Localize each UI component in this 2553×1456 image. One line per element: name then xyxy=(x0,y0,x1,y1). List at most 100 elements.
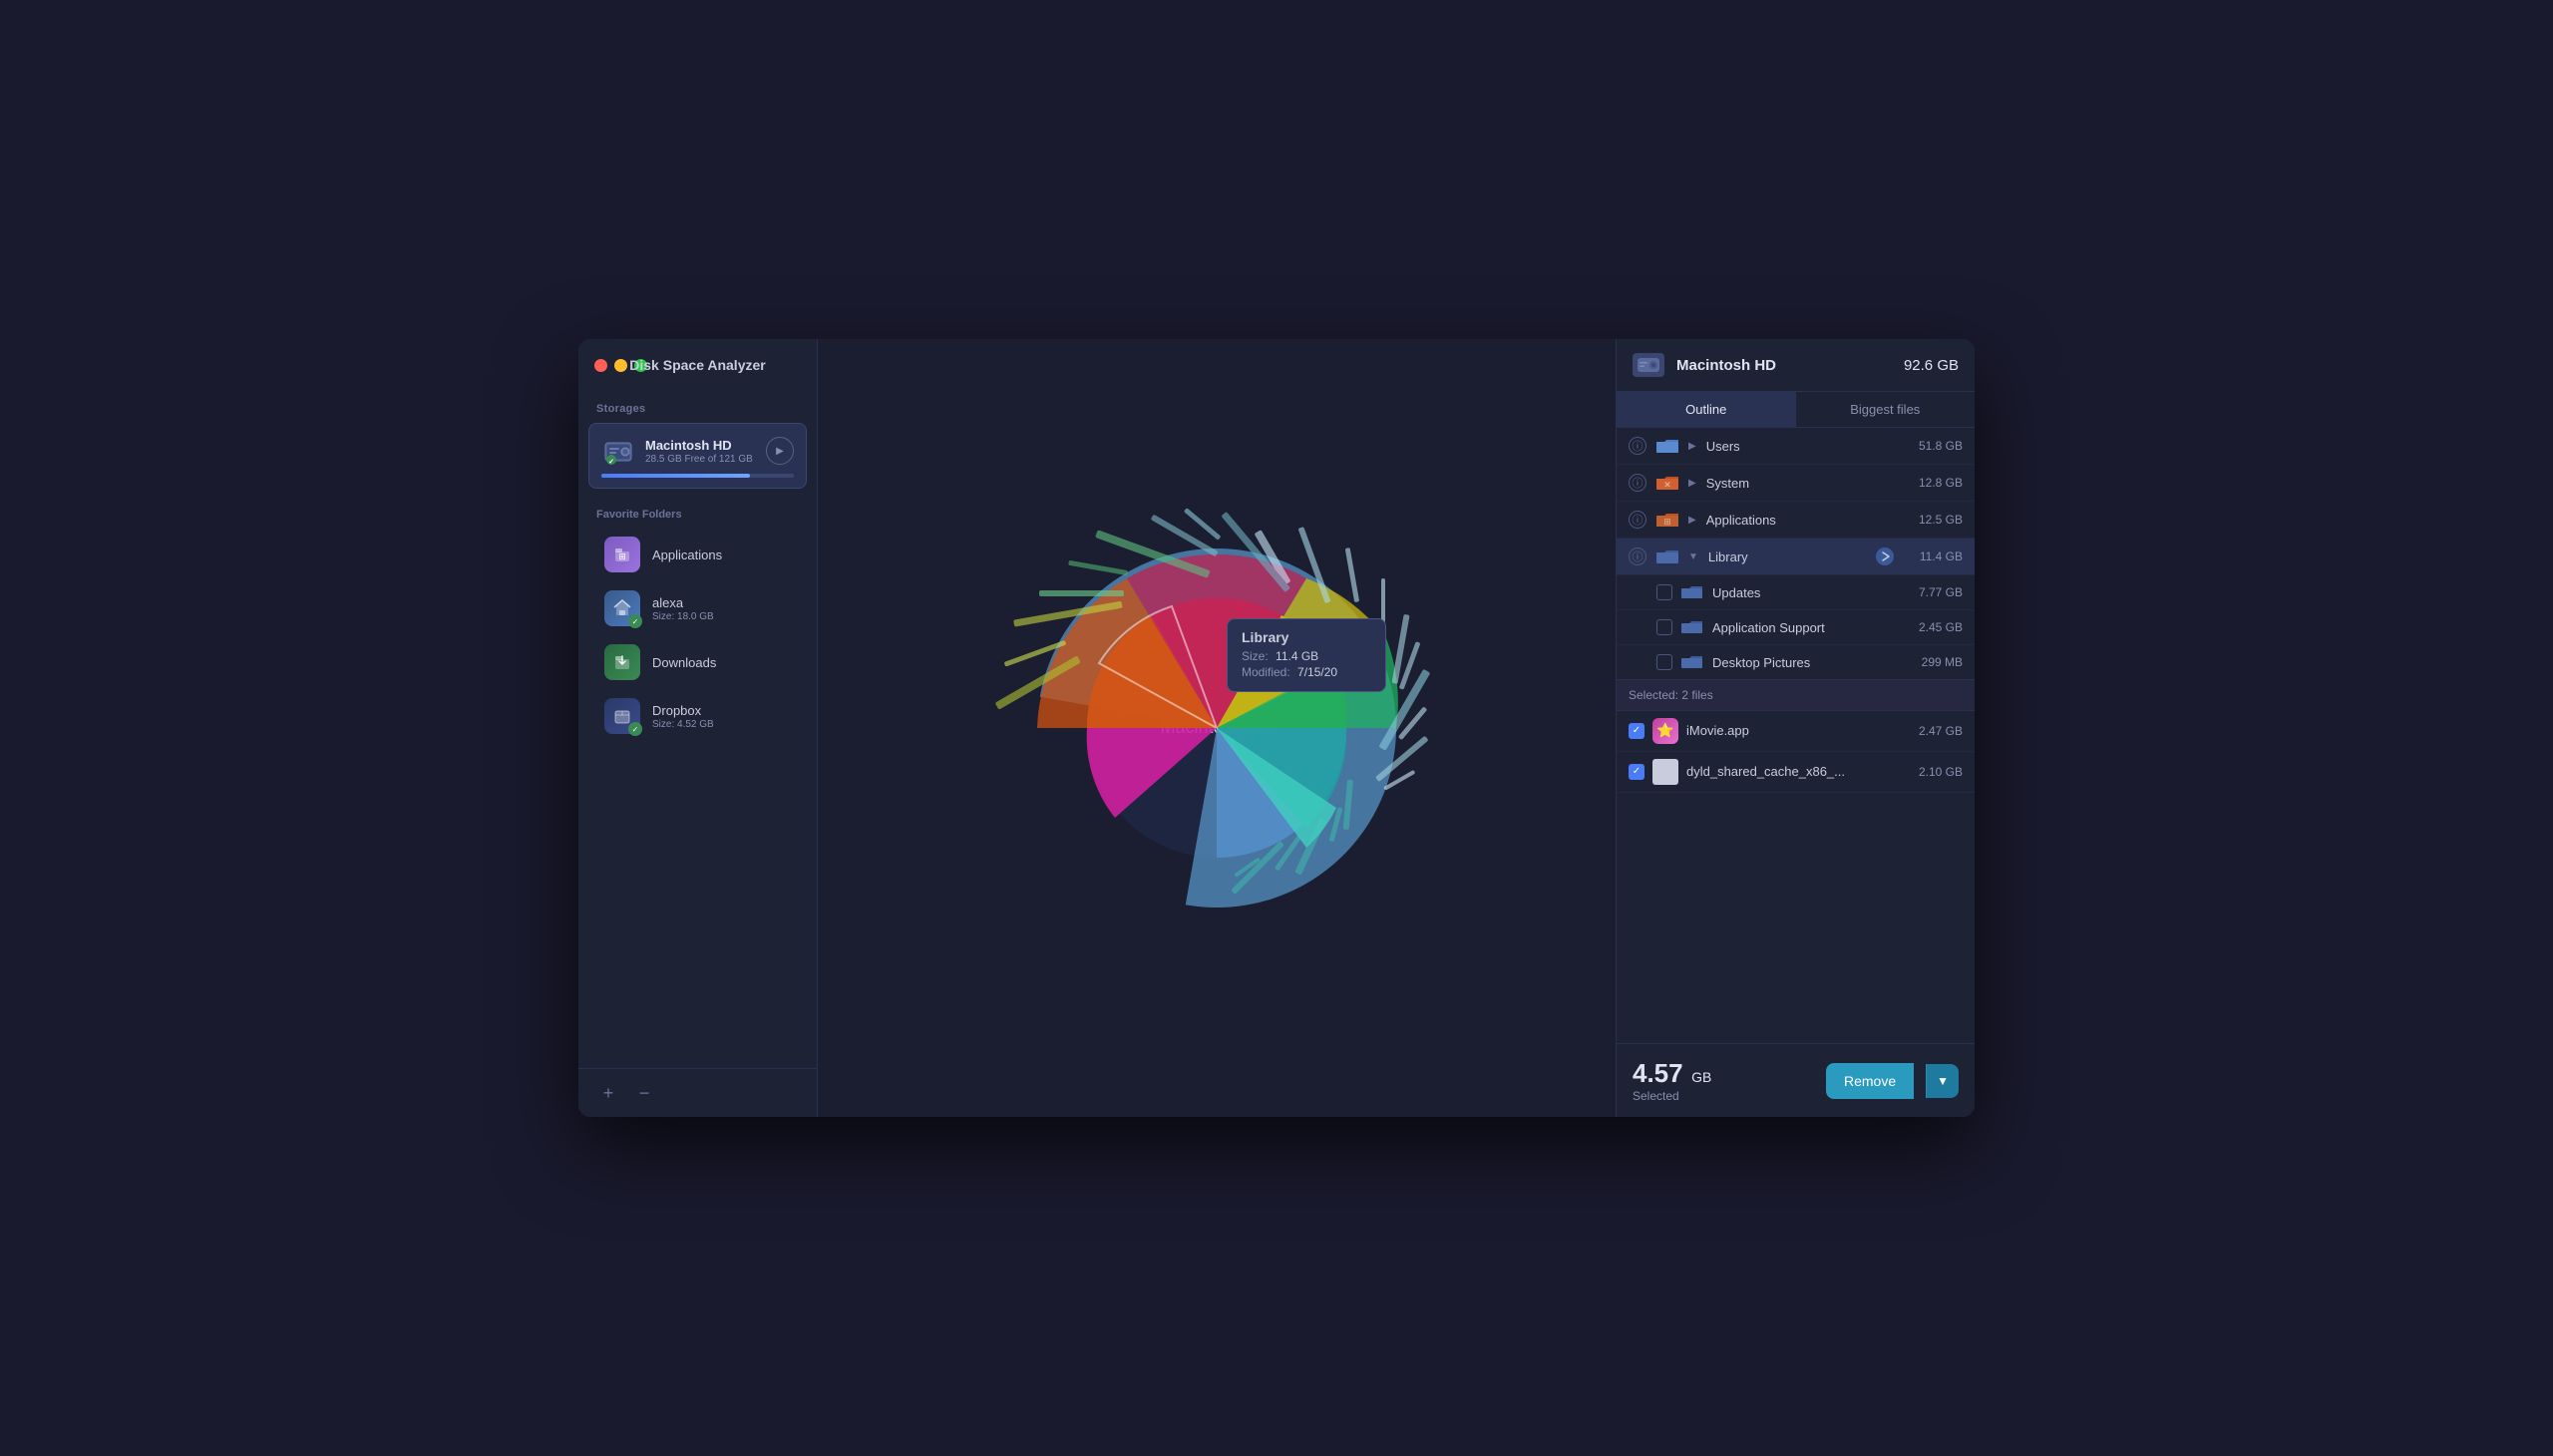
scan-button[interactable]: ▶ xyxy=(766,437,794,465)
file-size-users: 51.8 GB xyxy=(1903,439,1963,453)
file-row-users[interactable]: ⓘ ▶ Users 51.8 GB xyxy=(1617,428,1975,465)
minimize-button[interactable] xyxy=(614,359,627,372)
svg-text:⊞: ⊞ xyxy=(618,551,626,561)
expand-arrow-system[interactable]: ▶ xyxy=(1688,478,1696,489)
sidebar-item-alexa[interactable]: ✓ alexa Size: 18.0 GB xyxy=(586,582,809,634)
expand-arrow-applications[interactable]: ▶ xyxy=(1688,515,1696,526)
app-title: Disk Space Analyzer xyxy=(629,357,765,373)
alexa-icon-wrap: ✓ xyxy=(604,590,640,626)
chart-container: Macintosh HD xyxy=(967,479,1466,977)
checkbox-updates[interactable] xyxy=(1656,584,1672,600)
right-header-size: 92.6 GB xyxy=(1904,357,1959,374)
file-name-updates: Updates xyxy=(1712,585,1895,600)
selected-file-dyld[interactable]: dyld_shared_cache_x86_... 2.10 GB xyxy=(1617,752,1975,793)
dropbox-icon-wrap: ✓ xyxy=(604,698,640,734)
storage-free: 28.5 GB Free of 121 GB xyxy=(645,454,753,465)
selected-size: 4.57 GB Selected xyxy=(1633,1058,1814,1103)
file-name-library: Library xyxy=(1708,549,1867,564)
sidebar-item-applications[interactable]: ⊞ Applications xyxy=(586,529,809,580)
alexa-badge: ✓ xyxy=(628,614,642,628)
file-size-app-support: 2.45 GB xyxy=(1903,620,1963,634)
file-row-app-support[interactable]: Application Support 2.45 GB xyxy=(1617,610,1975,645)
remove-button[interactable]: − xyxy=(632,1081,656,1105)
file-row-updates[interactable]: Updates 7.77 GB xyxy=(1617,575,1975,610)
file-row-system[interactable]: ⓘ ✕ ▶ System 12.8 GB xyxy=(1617,465,1975,502)
tooltip-size-value: 11.4 GB xyxy=(1276,649,1318,663)
home-icon xyxy=(612,598,632,618)
storage-item-macintosh-hd[interactable]: ✓ Macintosh HD 28.5 GB Free of 121 GB ▶ xyxy=(588,423,807,489)
selected-size-num: 4.57 xyxy=(1633,1058,1683,1088)
chart-tooltip: Library Size: 11.4 GB Modified: 7/15/20 xyxy=(1227,618,1386,692)
imovie-name: iMovie.app xyxy=(1686,723,1895,738)
storages-label: Storages xyxy=(578,391,817,423)
remove-button[interactable]: Remove xyxy=(1826,1063,1914,1099)
hdd-icon: ✓ xyxy=(601,434,635,468)
sidebar-bottom: + − xyxy=(578,1068,817,1117)
storage-item-header: ✓ Macintosh HD 28.5 GB Free of 121 GB ▶ xyxy=(601,434,794,468)
selected-file-imovie[interactable]: ⭐ iMovie.app 2.47 GB xyxy=(1617,711,1975,752)
file-row-applications[interactable]: ⓘ ⊞ ▶ Applications 12.5 GB xyxy=(1617,502,1975,539)
dropbox-size: Size: 4.52 GB xyxy=(652,719,791,730)
hdd-sm-icon xyxy=(1637,356,1660,374)
bottom-bar: 4.57 GB Selected Remove ▼ xyxy=(1617,1043,1975,1117)
expand-arrow-users[interactable]: ▶ xyxy=(1688,441,1696,452)
applications-info: Applications xyxy=(652,547,791,562)
info-btn-applications[interactable]: ⓘ xyxy=(1629,511,1646,529)
checkbox-imovie[interactable] xyxy=(1629,723,1644,739)
file-row-desktop-pictures[interactable]: Desktop Pictures 299 MB xyxy=(1617,645,1975,679)
svg-text:⊞: ⊞ xyxy=(1663,517,1671,527)
downloads-info: Downloads xyxy=(652,655,791,670)
alexa-info: alexa Size: 18.0 GB xyxy=(652,595,791,622)
sidebar-item-downloads[interactable]: Downloads xyxy=(586,636,809,688)
file-name-system: System xyxy=(1706,476,1895,491)
info-btn-system[interactable]: ⓘ xyxy=(1629,474,1646,492)
svg-text:✓: ✓ xyxy=(608,459,614,466)
file-size-desktop-pictures: 299 MB xyxy=(1903,655,1963,669)
file-row-library[interactable]: ⓘ ▼ Library 11.4 GB xyxy=(1617,539,1975,575)
info-btn-library[interactable]: ⓘ xyxy=(1629,547,1646,565)
close-button[interactable] xyxy=(594,359,607,372)
info-btn-users[interactable]: ⓘ xyxy=(1629,437,1646,455)
alexa-name: alexa xyxy=(652,595,791,610)
dropbox-badge: ✓ xyxy=(628,722,642,736)
apps-folder-icon: ⊞ xyxy=(612,545,632,564)
downloads-icon xyxy=(612,652,632,672)
navigate-icon-library[interactable] xyxy=(1875,546,1895,566)
downloads-icon-wrap xyxy=(604,644,640,680)
dropbox-name: Dropbox xyxy=(652,703,791,718)
folder-icon-users xyxy=(1654,436,1680,456)
imovie-size: 2.47 GB xyxy=(1903,724,1963,738)
selected-size-unit: GB xyxy=(1691,1069,1711,1085)
storage-progress-bg xyxy=(601,474,794,478)
file-name-app-support: Application Support xyxy=(1712,620,1895,635)
checkbox-app-support[interactable] xyxy=(1656,619,1672,635)
expand-arrow-library[interactable]: ▼ xyxy=(1688,551,1698,562)
imovie-icon: ⭐ xyxy=(1652,718,1678,744)
alexa-size: Size: 18.0 GB xyxy=(652,611,791,622)
tab-biggest-files[interactable]: Biggest files xyxy=(1796,392,1976,427)
file-size-library: 11.4 GB xyxy=(1903,549,1963,563)
tab-outline[interactable]: Outline xyxy=(1617,392,1796,427)
remove-dropdown-button[interactable]: ▼ xyxy=(1926,1064,1959,1098)
main-chart-area: Macintosh HD xyxy=(818,339,1616,1117)
app-window: Disk Space Analyzer Storages ✓ xyxy=(578,339,1975,1117)
applications-icon: ⊞ xyxy=(604,537,640,572)
sidebar-item-dropbox[interactable]: ✓ Dropbox Size: 4.52 GB xyxy=(586,690,809,742)
storage-progress-fill xyxy=(601,474,750,478)
right-hdd-icon xyxy=(1633,353,1664,377)
file-list: ⓘ ▶ Users 51.8 GB ⓘ ✕ ▶ System 1 xyxy=(1617,428,1975,679)
add-button[interactable]: + xyxy=(596,1081,620,1105)
svg-text:✕: ✕ xyxy=(1663,480,1671,490)
checkbox-dyld[interactable] xyxy=(1629,764,1644,780)
tooltip-size-label: Size: xyxy=(1242,649,1269,663)
tooltip-modified-label: Modified: xyxy=(1242,665,1290,679)
dyld-name: dyld_shared_cache_x86_... xyxy=(1686,764,1895,779)
tabs: Outline Biggest files xyxy=(1617,392,1975,428)
storage-name: Macintosh HD xyxy=(645,438,753,453)
right-panel-header: Macintosh HD 92.6 GB xyxy=(1617,339,1975,392)
dyld-icon xyxy=(1652,759,1678,785)
folder-icon-updates xyxy=(1680,583,1704,601)
disk-chart[interactable]: Macintosh HD xyxy=(967,479,1466,977)
file-name-users: Users xyxy=(1706,439,1895,454)
checkbox-desktop-pictures[interactable] xyxy=(1656,654,1672,670)
